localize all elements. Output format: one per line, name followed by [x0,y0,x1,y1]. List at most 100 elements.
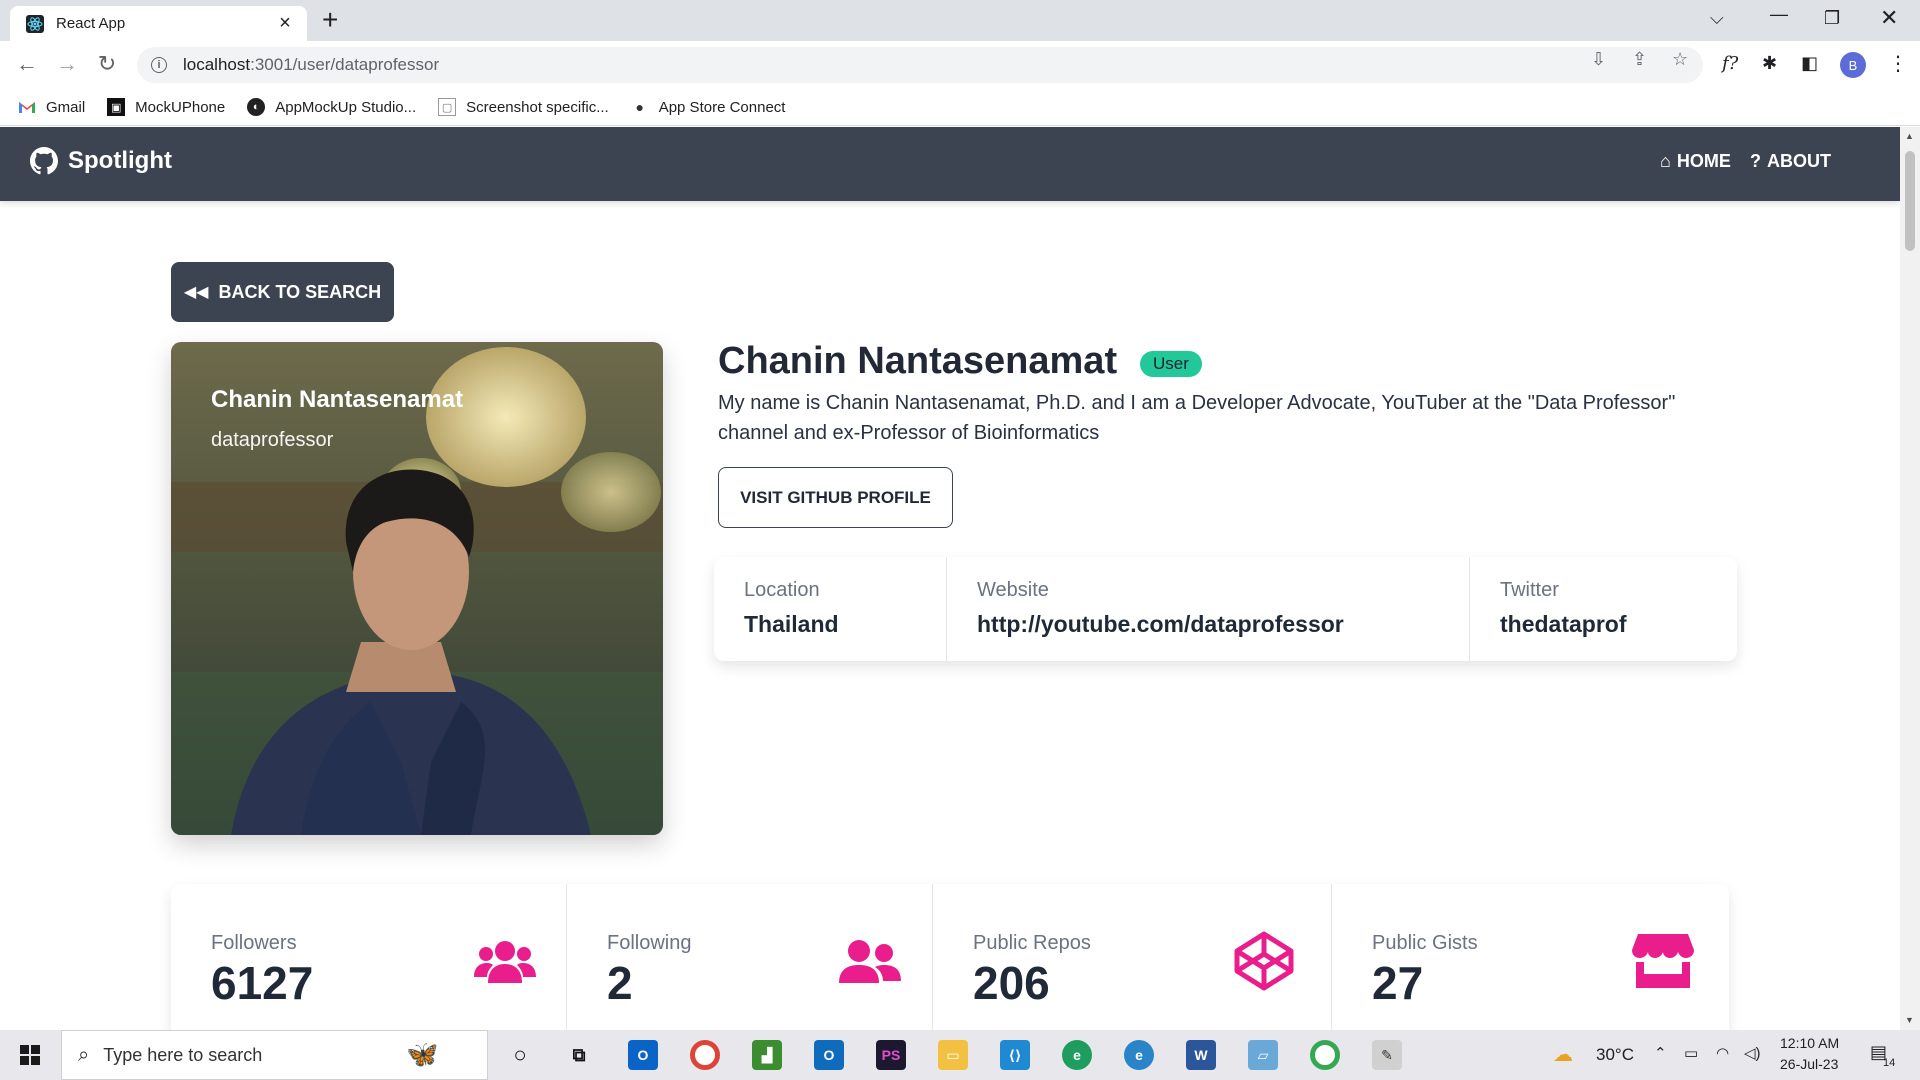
outlook-icon[interactable]: O [814,1040,844,1070]
extensions-puzzle-icon[interactable]: ✱ [1762,53,1777,74]
edge-beta-icon[interactable]: e [1124,1040,1154,1070]
vscode-icon[interactable]: ⟨⟩ [1000,1040,1030,1070]
forward-arrow-icon[interactable]: → [54,51,80,77]
task-view-icon[interactable]: ⧉ [564,1040,594,1070]
page-viewport: Spotlight ⌂ HOME ? ABOUT ◀◀ BACK TO SEAR… [0,127,1900,1030]
nav-about-link[interactable]: ? ABOUT [1750,151,1831,172]
share-icon[interactable]: ⇪ [1632,49,1647,70]
notification-count: 14 [1883,1057,1896,1069]
bookmark-star-icon[interactable]: ☆ [1672,49,1688,70]
site-info-icon[interactable]: i [151,57,167,73]
install-icon[interactable]: ⇩ [1591,49,1606,70]
phpstorm-icon[interactable]: PS [876,1040,906,1070]
bookmark-label: AppMockUp Studio... [275,98,417,116]
weather-icon[interactable]: ☁ [1553,1042,1573,1067]
stat-label: Public Repos [973,932,1091,954]
search-icon: ⌕ [78,1043,90,1066]
react-icon [26,14,44,33]
file-explorer-icon[interactable]: ▭ [938,1040,968,1070]
minimize-icon[interactable]: — [1770,4,1788,25]
nav-about-label: ABOUT [1767,151,1831,171]
tab-title: React App [56,15,126,32]
chrome-profile-icon[interactable] [1310,1040,1340,1070]
word-icon[interactable]: W [1186,1040,1216,1070]
notes-icon[interactable]: ▱ [1248,1040,1278,1070]
tray-chevron-icon[interactable]: ⌃ [1654,1044,1667,1062]
stats-card: Followers 6127 Following 2 Public Repos … [171,884,1729,1030]
bookmark-appmockup[interactable]: ◐ AppMockUp Studio... [247,98,416,116]
charts-app-icon[interactable]: ▟ [752,1040,782,1070]
restore-icon[interactable]: ❐ [1824,8,1840,29]
cortana-icon[interactable]: ○ [505,1040,535,1070]
bookmark-label: Screenshot specific... [466,98,609,116]
scroll-thumb[interactable] [1905,151,1915,251]
url-text[interactable]: localhost:3001/user/dataprofessor [183,55,439,75]
side-panel-icon[interactable]: ◧ [1801,53,1818,74]
bookmark-gmail[interactable]: Gmail [18,98,85,116]
avatar [171,342,663,835]
codepen-icon [1234,931,1294,991]
profile-bio: My name is Chanin Nantasenamat, Ph.D. an… [718,392,1676,444]
info-label: Location [744,579,820,601]
nav-home-link[interactable]: ⌂ HOME [1660,151,1731,172]
outlook-pre-icon[interactable]: O [628,1040,658,1070]
battery-icon[interactable]: ▭ [1684,1044,1698,1062]
website-link[interactable]: http://youtube.com/dataprofessor [977,611,1344,638]
visit-github-profile-button[interactable]: VISIT GITHUB PROFILE [718,467,953,528]
profile-info-card: Location Thailand Website http://youtube… [714,557,1737,661]
page-scrollbar[interactable]: ▲ ▼ [1900,127,1920,1030]
profile-name: Chanin Nantasenamat [718,340,1118,382]
volume-icon[interactable]: ◁) [1744,1044,1761,1062]
stat-label: Followers [211,932,297,954]
browser-tab[interactable]: React App × [10,6,307,41]
bookmark-mockuphone[interactable]: ▣ MockUPhone [107,98,225,116]
clock-time[interactable]: 12:10 AM [1780,1035,1839,1051]
taskbar-search[interactable]: ⌕ Type here to search 🦋 [61,1030,488,1080]
info-location: Location Thailand [714,557,946,661]
scroll-up-icon[interactable]: ▲ [1905,131,1914,141]
stat-public-gists: Public Gists 27 [1331,884,1729,1030]
temperature[interactable]: 30°C [1596,1045,1634,1065]
bookmark-label: MockUPhone [135,98,226,116]
user-friends-icon [839,940,901,983]
browser-tab-bar: React App × + ⌵ — ❐ ✕ [0,0,1920,41]
url-path: :3001/user/dataprofessor [250,55,440,74]
window-close-icon[interactable]: ✕ [1880,5,1898,31]
windows-start-icon[interactable] [20,1045,40,1065]
info-twitter: Twitter thedataprof [1469,557,1737,661]
new-tab-icon[interactable]: + [322,4,338,36]
scroll-down-icon[interactable]: ▼ [1905,1015,1914,1025]
profile-avatar[interactable]: B [1840,52,1866,78]
wifi-icon[interactable]: ◠ [1716,1044,1729,1062]
back-arrow-icon[interactable]: ← [14,51,40,77]
search-highlight-icon: 🦋 [406,1039,439,1069]
stat-value: 27 [1372,957,1424,1009]
url-host: localhost [183,55,251,74]
bookmarks-bar: Gmail ▣ MockUPhone ◐ AppMockUp Studio...… [0,89,1920,126]
brand-logo[interactable]: Spotlight [30,147,172,175]
mockuphone-icon: ▣ [107,98,126,116]
backward-icon: ◀◀ [183,284,209,301]
stat-value: 2 [607,957,633,1009]
appmockup-icon: ◐ [247,98,266,116]
tab-search-icon[interactable]: ⌵ [1710,8,1724,29]
address-bar[interactable]: i localhost:3001/user/dataprofessor [137,47,1703,83]
bookmark-screenshot[interactable]: ▢ Screenshot specific... [438,98,609,116]
question-icon: ? [1750,151,1761,171]
close-tab-icon[interactable]: × [275,12,295,35]
stat-value: 206 [973,957,1050,1009]
formula-extension-icon[interactable]: f? [1722,53,1738,74]
edge-icon[interactable]: e [1062,1040,1092,1070]
more-menu-icon[interactable]: ⋮ [1888,51,1908,76]
apple-icon: ● [635,99,644,115]
info-website: Website http://youtube.com/dataprofessor [946,557,1469,661]
bookmark-app-store-connect[interactable]: ● App Store Connect [631,98,786,116]
clock-date[interactable]: 26-Jul-23 [1780,1056,1838,1072]
chrome-icon[interactable] [690,1040,720,1070]
stat-followers: Followers 6127 [171,884,566,1030]
back-to-search-button[interactable]: ◀◀ BACK TO SEARCH [171,262,394,322]
reload-icon[interactable]: ↻ [94,51,120,77]
paint-icon[interactable]: ✎ [1372,1040,1402,1070]
bookmark-label: App Store Connect [658,98,786,116]
photo-overlay-name: Chanin Nantasenamat [211,386,464,413]
